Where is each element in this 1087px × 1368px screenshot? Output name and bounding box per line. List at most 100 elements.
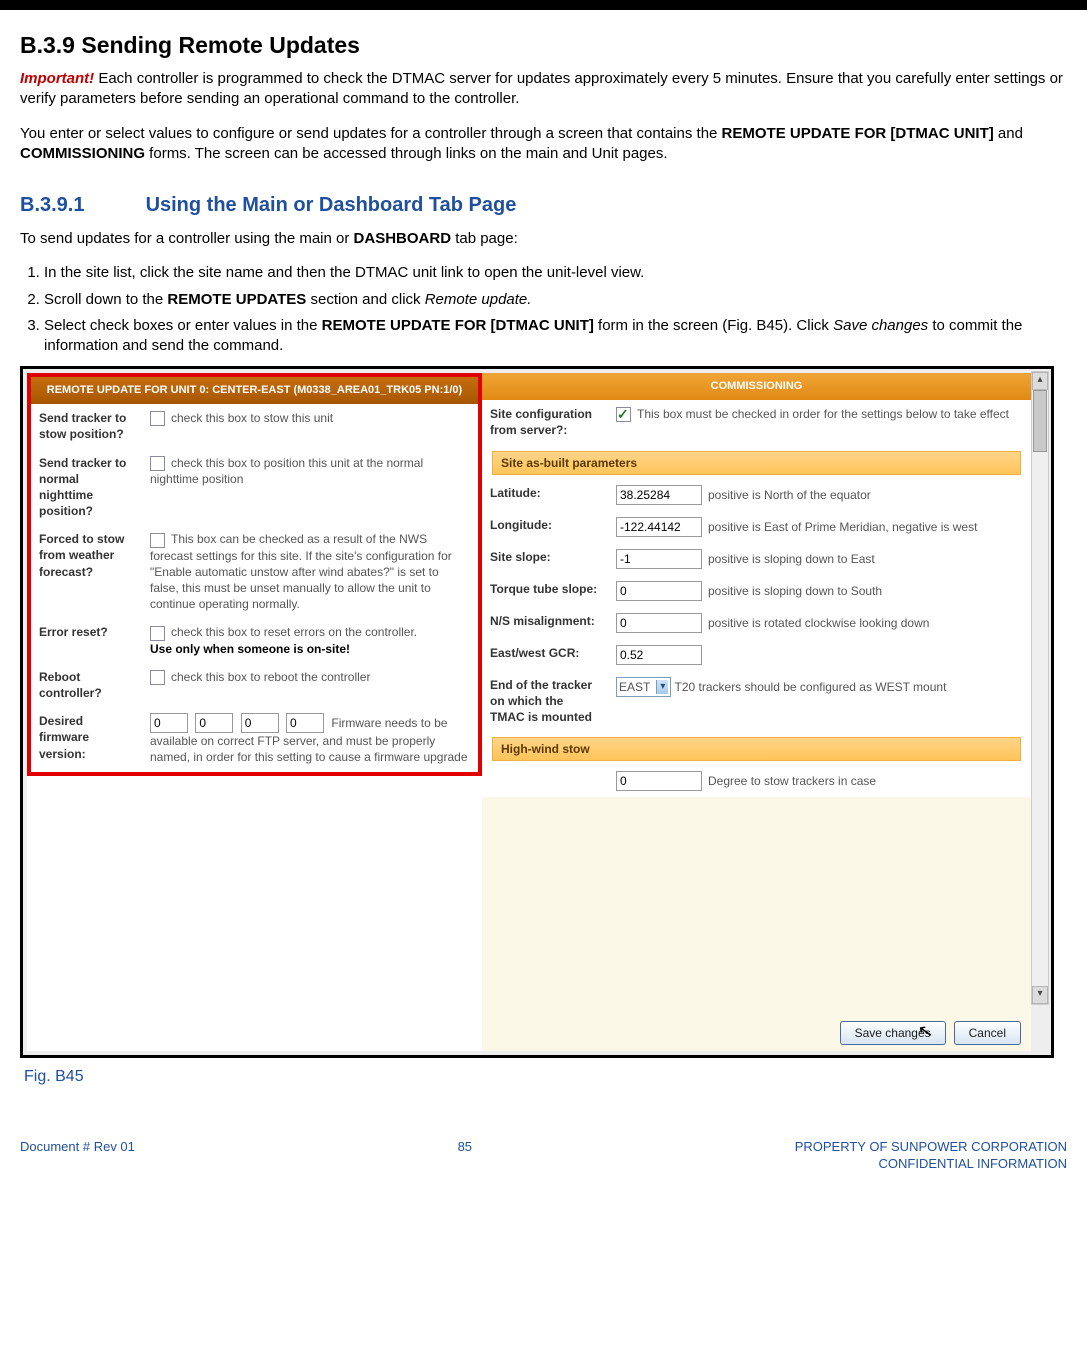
label-site-slope: Site slope: <box>482 543 608 575</box>
help-site-slope: positive is sloping down to East <box>708 552 875 566</box>
checkbox-stow[interactable] <box>150 411 165 426</box>
label-site-config: Site configuration from server?: <box>482 400 608 444</box>
label-reboot: Reboot controller? <box>31 663 142 707</box>
save-changes-button[interactable]: Save changes <box>840 1021 946 1045</box>
row-firmware: Desired firmware version: Firmware needs… <box>31 707 478 771</box>
input-latitude[interactable] <box>616 485 702 505</box>
row-reboot: Reboot controller? check this box to reb… <box>31 663 478 707</box>
checkbox-forced[interactable] <box>150 533 165 548</box>
label-forced: Forced to stow from weather forecast? <box>31 525 142 618</box>
checkbox-site-config[interactable] <box>616 407 631 422</box>
help-ns: positive is rotated clockwise looking do… <box>708 616 929 630</box>
remote-update-form-highlight: REMOTE UPDATE FOR UNIT 0: CENTER-EAST (M… <box>27 373 482 775</box>
subsection-heading: B.3.9.1 Using the Main or Dashboard Tab … <box>20 192 1067 219</box>
footer-r1: PROPERTY OF SUNPOWER CORPORATION <box>795 1139 1067 1154</box>
row-latitude: Latitude: positive is North of the equat… <box>482 479 1031 511</box>
s3a: Select check boxes or enter values in th… <box>44 317 322 334</box>
help-latitude: positive is North of the equator <box>708 488 871 502</box>
scroll-thumb[interactable] <box>1033 390 1047 452</box>
row-site-slope: Site slope: positive is sloping down to … <box>482 543 1031 575</box>
subsection-title: Using the Main or Dashboard Tab Page <box>146 194 517 216</box>
checkbox-night[interactable] <box>150 456 165 471</box>
important-label: Important! <box>20 70 94 87</box>
help-highwind: Degree to stow trackers in case <box>708 774 876 788</box>
footer-r2: CONFIDENTIAL INFORMATION <box>879 1156 1068 1171</box>
row-forced-stow: Forced to stow from weather forecast? Th… <box>31 525 478 618</box>
scroll-down-icon[interactable]: ▾ <box>1032 986 1048 1004</box>
step-1: In the site list, click the site name an… <box>44 263 1067 283</box>
fw-ver-4[interactable] <box>286 713 324 733</box>
fw-ver-1[interactable] <box>150 713 188 733</box>
s3c: form in the screen (Fig. B45). Click <box>594 317 833 334</box>
commissioning-table-highwind: Degree to stow trackers in case <box>482 765 1031 797</box>
row-site-config: Site configuration from server?: This bo… <box>482 400 1031 444</box>
important-paragraph: Important! Each controller is programmed… <box>20 69 1067 110</box>
help-forced: This box can be checked as a result of t… <box>150 532 452 611</box>
row-ns-misalign: N/S misalignment: positive is rotated cl… <box>482 607 1031 639</box>
s3d: Save changes <box>833 317 928 334</box>
row-torque-tube: Torque tube slope: positive is sloping d… <box>482 575 1031 607</box>
label-highwind <box>482 765 608 797</box>
help-longitude: positive is East of Prime Meridian, nega… <box>708 520 977 534</box>
s2b: REMOTE UPDATES <box>167 291 306 308</box>
p2-b: REMOTE UPDATE FOR [DTMAC UNIT] <box>722 125 994 142</box>
important-text: Each controller is programmed to check t… <box>20 70 1063 107</box>
s2a: Scroll down to the <box>44 291 167 308</box>
fw-ver-2[interactable] <box>195 713 233 733</box>
section-heading: B.3.9 Sending Remote Updates <box>20 30 1067 61</box>
label-longitude: Longitude: <box>482 511 608 543</box>
checkbox-reboot[interactable] <box>150 670 165 685</box>
row-longitude: Longitude: positive is East of Prime Mer… <box>482 511 1031 543</box>
input-highwind[interactable] <box>616 771 702 791</box>
step-2: Scroll down to the REMOTE UPDATES sectio… <box>44 290 1067 310</box>
commissioning-table-top: Site configuration from server?: This bo… <box>482 400 1031 444</box>
label-mount-end: End of the tracker on which the TMAC is … <box>482 671 608 732</box>
step-3: Select check boxes or enter values in th… <box>44 316 1067 357</box>
help-torque-tube: positive is sloping down to South <box>708 584 882 598</box>
row-gcr: East/west GCR: <box>482 639 1031 671</box>
subsection-intro: To send updates for a controller using t… <box>20 229 1067 249</box>
p2-e: forms. The screen can be accessed throug… <box>145 145 668 162</box>
label-stow: Send tracker to stow position? <box>31 404 142 448</box>
row-error-reset: Error reset? check this box to reset err… <box>31 618 478 663</box>
label-error: Error reset? <box>31 618 142 663</box>
help-stow: check this box to stow this unit <box>171 411 333 425</box>
label-firmware: Desired firmware version: <box>31 707 142 771</box>
subsection-number: B.3.9.1 <box>20 192 140 219</box>
footer-left: Document # Rev 01 <box>20 1138 135 1156</box>
label-ns: N/S misalignment: <box>482 607 608 639</box>
select-mount-end[interactable]: EAST ▾ <box>616 677 671 697</box>
fw-ver-3[interactable] <box>241 713 279 733</box>
p2-d: COMMISSIONING <box>20 145 145 162</box>
input-ns[interactable] <box>616 613 702 633</box>
vertical-scrollbar[interactable]: ▴ ▾ <box>1031 371 1049 1005</box>
scroll-up-icon[interactable]: ▴ <box>1032 372 1048 390</box>
p2-a: You enter or select values to configure … <box>20 125 722 142</box>
input-gcr[interactable] <box>616 645 702 665</box>
label-torque-tube: Torque tube slope: <box>482 575 608 607</box>
footer-right: PROPERTY OF SUNPOWER CORPORATION CONFIDE… <box>795 1138 1067 1173</box>
select-mount-value: EAST <box>619 679 650 695</box>
chevron-down-icon: ▾ <box>656 680 668 694</box>
input-site-slope[interactable] <box>616 549 702 569</box>
cancel-button[interactable]: Cancel <box>954 1021 1021 1045</box>
steps-list: In the site list, click the site name an… <box>20 263 1067 356</box>
footer-page-number: 85 <box>458 1138 472 1156</box>
intro-b: DASHBOARD <box>354 230 452 247</box>
p2-c: and <box>994 125 1023 142</box>
input-torque-tube[interactable] <box>616 581 702 601</box>
remote-update-table: Send tracker to stow position? check thi… <box>31 404 478 771</box>
intro-c: tab page: <box>451 230 518 247</box>
page-footer: Document # Rev 01 85 PROPERTY OF SUNPOWE… <box>20 1138 1067 1173</box>
s2d: Remote update. <box>425 291 532 308</box>
s2c: section and click <box>306 291 424 308</box>
group-high-wind: High-wind stow <box>492 737 1021 761</box>
help-site-config: This box must be checked in order for th… <box>637 407 1009 421</box>
label-gcr: East/west GCR: <box>482 639 608 671</box>
input-longitude[interactable] <box>616 517 702 537</box>
intro-a: To send updates for a controller using t… <box>20 230 354 247</box>
row-stow: Send tracker to stow position? check thi… <box>31 404 478 448</box>
row-mount-end: End of the tracker on which the TMAC is … <box>482 671 1031 732</box>
label-night: Send tracker to normal nighttime positio… <box>31 449 142 526</box>
checkbox-error[interactable] <box>150 626 165 641</box>
